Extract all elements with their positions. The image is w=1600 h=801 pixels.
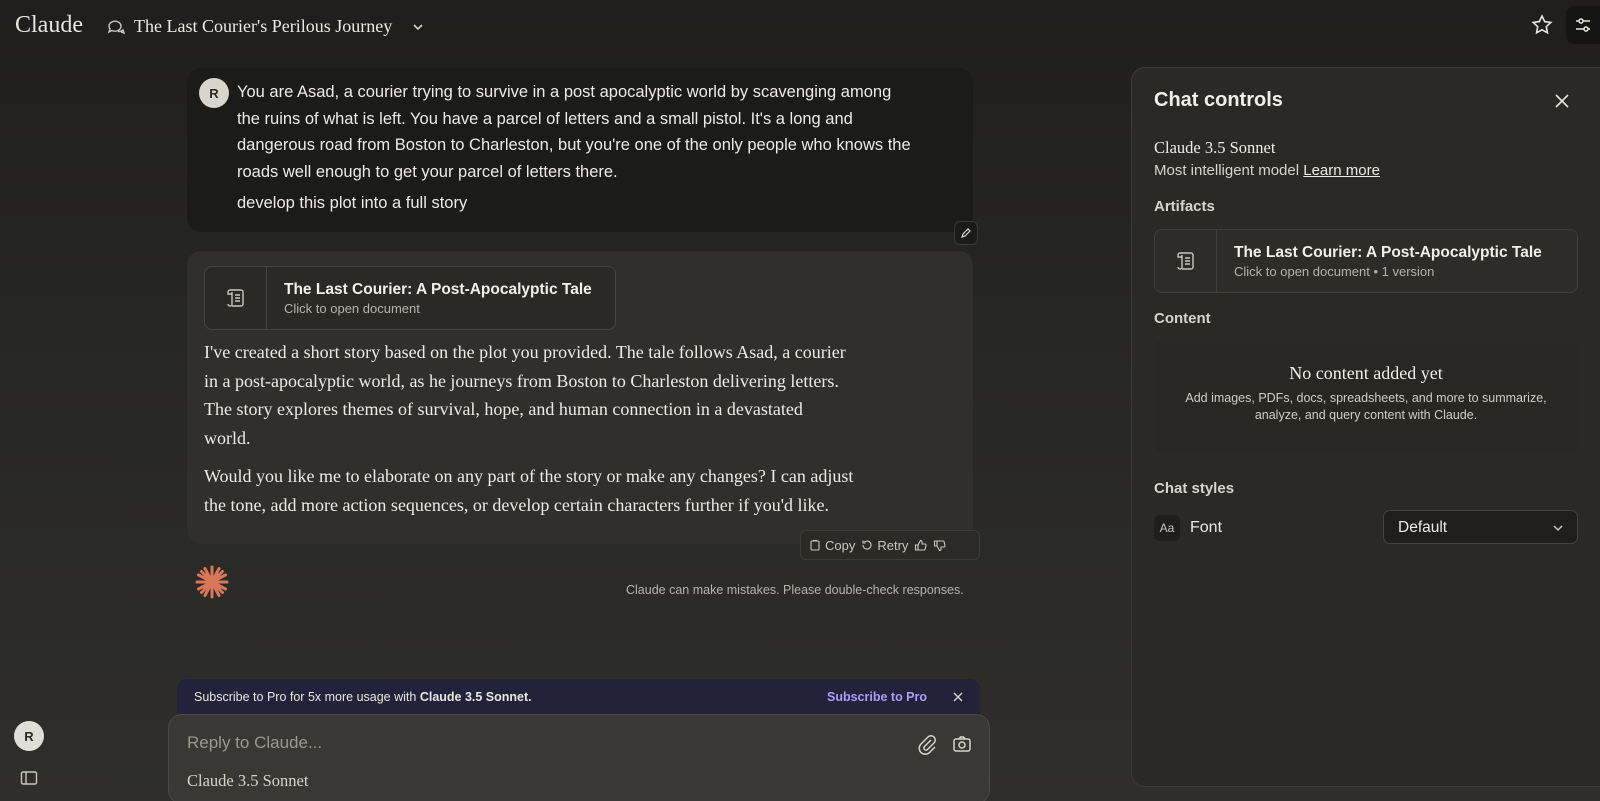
reply-composer[interactable]: Reply to Claude... Claude 3.5 Sonnet [168,714,990,801]
claude-sparkle-icon [195,565,229,599]
model-selector[interactable]: Claude 3.5 Sonnet [187,771,308,791]
sliders-icon [1576,18,1590,32]
artifact-subtitle: Click to open document [284,301,420,316]
user-avatar: R [199,78,229,108]
chat-title[interactable]: The Last Courier's Perilous Journey [134,16,392,37]
artifact-title: The Last Courier: A Post-Apocalyptic Tal… [284,281,592,298]
user-message: R You are Asad, a courier trying to surv… [187,68,973,232]
panel-artifact-card[interactable]: The Last Courier: A Post-Apocalyptic Tal… [1154,229,1578,293]
model-description: Most intelligent model Learn more [1154,162,1380,179]
panel-title: Chat controls [1154,89,1283,111]
user-avatar[interactable]: R [14,721,44,751]
subscribe-to-pro-link[interactable]: Subscribe to Pro [827,690,927,704]
chat-controls-panel: Chat controls Claude 3.5 Sonnet Most int… [1131,67,1600,787]
edit-message-button[interactable] [954,221,978,245]
artifact-icon-box [205,267,267,329]
paragraph-line: world. [204,428,251,449]
artifact-title: The Last Courier: A Post-Apocalyptic Tal… [1234,244,1542,261]
pro-banner-model: Claude 3.5 Sonnet. [419,690,532,704]
copy-label: Copy [825,537,856,553]
pro-banner-text: Subscribe to Pro for 5x more usage with … [194,690,532,704]
prompt-line: You are Asad, a courier trying to surviv… [237,83,892,101]
artifact-icon-box [1155,230,1217,292]
user-instruction-text: develop this plot into a full story [237,194,468,212]
top-bar: Claude The Last Courier's Perilous Journ… [0,0,1600,52]
thumbs-down-icon[interactable] [933,539,946,552]
chevron-down-icon[interactable] [412,21,424,33]
close-icon[interactable] [1553,92,1571,110]
document-scroll-icon [226,289,244,307]
model-desc-text: Most intelligent model [1154,162,1300,179]
sidebar-toggle-icon[interactable] [20,770,38,786]
paragraph-line: in a post-apocalyptic world, as he journ… [204,370,839,391]
artifact-card[interactable]: The Last Courier: A Post-Apocalyptic Tal… [204,266,616,330]
retry-icon [862,540,872,550]
paragraph-line: I've created a short story based on the … [204,342,846,362]
camera-icon[interactable] [951,733,973,755]
pro-banner-prefix: Subscribe to Pro for 5x more usage with [194,690,420,704]
chat-styles-heading: Chat styles [1154,480,1235,497]
content-heading: Content [1154,310,1211,327]
font-label: Font [1190,519,1223,536]
assistant-message: The Last Courier: A Post-Apocalyptic Tal… [187,251,973,544]
learn-more-link[interactable]: Learn more [1303,162,1380,179]
artifacts-heading: Artifacts [1154,198,1215,215]
font-icon: Aa [1154,515,1180,541]
star-icon[interactable] [1530,13,1554,37]
content-desc-line: analyze, and query content with Claude. [1254,408,1478,422]
paperclip-icon[interactable] [916,733,938,755]
paragraph-line: Would you like me to elaborate on any pa… [204,466,854,486]
content-empty-state: No content added yet Add images, PDFs, d… [1154,341,1578,453]
document-scroll-icon [1176,252,1194,270]
prompt-line: roads well enough to get your parcel of … [237,162,618,181]
chevron-down-icon [1553,525,1563,532]
chat-bubbles-icon [107,20,126,35]
font-row: Aa Font [1154,515,1222,541]
claude-logo[interactable]: Claude [15,12,83,39]
content-empty-description: Add images, PDFs, docs, spreadsheets, an… [1154,390,1578,424]
copy-button[interactable]: Copy [809,538,855,553]
close-icon[interactable] [951,690,965,704]
subscribe-pro-banner: Subscribe to Pro for 5x more usage with … [177,679,980,715]
content-empty-title: No content added yet [1289,363,1443,383]
paragraph-line: The story explores themes of survival, h… [204,399,803,420]
chat-controls-button[interactable] [1566,6,1600,44]
thumbs-up-icon[interactable] [914,539,927,552]
font-select[interactable]: Default [1383,510,1578,544]
message-actions: Copy Retry [800,530,980,560]
retry-button[interactable]: Retry [861,538,908,553]
model-name: Claude 3.5 Sonnet [1154,138,1276,157]
font-select-value: Default [1398,519,1448,536]
assistant-paragraph: Would you like me to elaborate on any pa… [204,462,914,519]
retry-label: Retry [877,537,909,553]
pencil-icon [961,228,971,238]
prompt-line: the ruins of what is left. You have a pa… [237,109,853,128]
user-prompt-text: You are Asad, a courier trying to surviv… [237,79,947,185]
disclaimer-text: Claude can make mistakes. Please double-… [626,583,964,597]
prompt-line: dangerous road from Boston to Charleston… [237,136,911,154]
content-desc-line: Add images, PDFs, docs, spreadsheets, an… [1185,391,1547,405]
assistant-paragraph: I've created a short story based on the … [204,338,914,453]
clipboard-icon [810,539,820,551]
paragraph-line: the tone, add more action sequences, or … [204,494,829,515]
artifact-subtitle: Click to open document • 1 version [1234,264,1435,279]
reply-input[interactable]: Reply to Claude... [187,733,322,753]
